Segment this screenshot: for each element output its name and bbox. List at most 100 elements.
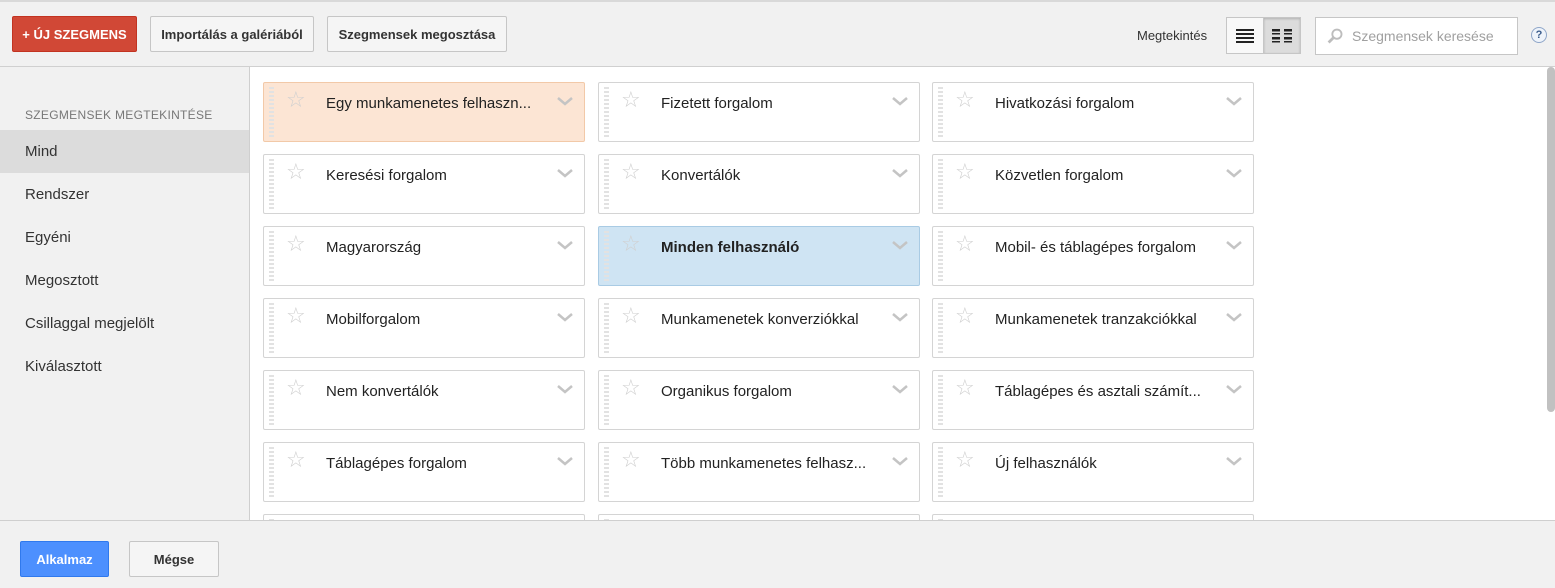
segment-card[interactable]: ☆ Egy munkamenetes felhaszn... <box>263 82 585 142</box>
star-icon[interactable]: ☆ <box>621 377 641 399</box>
star-icon[interactable]: ☆ <box>955 449 975 471</box>
segment-card[interactable]: ☆ Mobil- és táblagépes forgalom <box>932 226 1254 286</box>
chevron-down-icon[interactable] <box>1225 456 1243 468</box>
search-input[interactable] <box>1348 28 1517 44</box>
star-icon[interactable]: ☆ <box>286 89 306 111</box>
chevron-down-icon[interactable] <box>891 96 909 108</box>
drag-handle-icon[interactable] <box>938 375 943 425</box>
grid-view-button[interactable] <box>1263 17 1301 54</box>
chevron-down-icon[interactable] <box>891 240 909 252</box>
star-icon[interactable]: ☆ <box>621 305 641 327</box>
segment-label: Keresési forgalom <box>326 167 447 184</box>
segment-card[interactable]: ☆ Mobilforgalom <box>263 298 585 358</box>
segment-card[interactable]: ☆ Konvertálók <box>598 154 920 214</box>
scrollbar[interactable] <box>1547 67 1555 412</box>
segment-label: Egy munkamenetes felhaszn... <box>326 95 532 112</box>
segment-card[interactable]: ☆ Fizetett forgalom <box>598 82 920 142</box>
drag-handle-icon[interactable] <box>269 375 274 425</box>
help-icon[interactable]: ? <box>1531 27 1547 43</box>
star-icon[interactable]: ☆ <box>621 233 641 255</box>
drag-handle-icon[interactable] <box>604 447 609 497</box>
segment-label: Közvetlen forgalom <box>995 167 1124 184</box>
segment-card[interactable]: ☆ Nem konvertálók <box>263 370 585 430</box>
share-segments-button[interactable]: Szegmensek megosztása <box>327 16 507 52</box>
chevron-down-icon[interactable] <box>1225 168 1243 180</box>
chevron-down-icon[interactable] <box>1225 384 1243 396</box>
segment-card[interactable]: ☆ Magyarország <box>263 226 585 286</box>
star-icon[interactable]: ☆ <box>955 377 975 399</box>
star-icon[interactable]: ☆ <box>621 89 641 111</box>
segment-card[interactable]: ☆ Minden felhasználó <box>598 226 920 286</box>
drag-handle-icon[interactable] <box>269 87 274 137</box>
drag-handle-icon[interactable] <box>269 447 274 497</box>
segment-card[interactable]: ☆ Táblagépes és asztali számít... <box>932 370 1254 430</box>
chevron-down-icon[interactable] <box>556 312 574 324</box>
segment-label: Organikus forgalom <box>661 383 792 400</box>
star-icon[interactable]: ☆ <box>286 233 306 255</box>
chevron-down-icon[interactable] <box>556 240 574 252</box>
segment-card[interactable]: ☆ Új felhasználók <box>932 442 1254 502</box>
segment-label: Új felhasználók <box>995 455 1097 472</box>
segment-label: Nem konvertálók <box>326 383 439 400</box>
chevron-down-icon[interactable] <box>1225 312 1243 324</box>
list-view-button[interactable] <box>1226 17 1264 54</box>
drag-handle-icon[interactable] <box>938 159 943 209</box>
drag-handle-icon[interactable] <box>604 231 609 281</box>
star-icon[interactable]: ☆ <box>621 449 641 471</box>
drag-handle-icon[interactable] <box>938 87 943 137</box>
drag-handle-icon[interactable] <box>938 231 943 281</box>
drag-handle-icon[interactable] <box>269 231 274 281</box>
new-segment-button[interactable]: + ÚJ SZEGMENS <box>12 16 137 52</box>
drag-handle-icon[interactable] <box>269 303 274 353</box>
segment-card[interactable]: ☆ Organikus forgalom <box>598 370 920 430</box>
segment-card[interactable]: ☆ Munkamenetek tranzakciókkal <box>932 298 1254 358</box>
segment-card[interactable]: ☆ Keresési forgalom <box>263 154 585 214</box>
sidebar-item-all[interactable]: Mind <box>0 130 249 173</box>
chevron-down-icon[interactable] <box>891 168 909 180</box>
view-label: Megtekintés <box>1137 28 1208 43</box>
drag-handle-icon[interactable] <box>269 159 274 209</box>
segment-card[interactable]: ☆ Munkamenetek konverziókkal <box>598 298 920 358</box>
chevron-down-icon[interactable] <box>891 456 909 468</box>
apply-button[interactable]: Alkalmaz <box>20 541 109 577</box>
segment-card[interactable]: ☆ Hivatkozási forgalom <box>932 82 1254 142</box>
star-icon[interactable]: ☆ <box>286 377 306 399</box>
drag-handle-icon[interactable] <box>604 303 609 353</box>
sidebar-item-shared[interactable]: Megosztott <box>0 259 249 302</box>
chevron-down-icon[interactable] <box>1225 240 1243 252</box>
chevron-down-icon[interactable] <box>556 384 574 396</box>
segment-label: Táblagépes forgalom <box>326 455 467 472</box>
star-icon[interactable]: ☆ <box>286 305 306 327</box>
star-icon[interactable]: ☆ <box>955 89 975 111</box>
sidebar-item-selected[interactable]: Kiválasztott <box>0 345 249 388</box>
star-icon[interactable]: ☆ <box>955 233 975 255</box>
chevron-down-icon[interactable] <box>556 96 574 108</box>
star-icon[interactable]: ☆ <box>286 449 306 471</box>
segment-card[interactable]: ☆ Több munkamenetes felhasz... <box>598 442 920 502</box>
chevron-down-icon[interactable] <box>556 168 574 180</box>
star-icon[interactable]: ☆ <box>621 161 641 183</box>
cancel-button[interactable]: Mégse <box>129 541 219 577</box>
drag-handle-icon[interactable] <box>604 87 609 137</box>
drag-handle-icon[interactable] <box>604 375 609 425</box>
search-box[interactable] <box>1315 17 1518 55</box>
segment-label: Konvertálók <box>661 167 741 184</box>
chevron-down-icon[interactable] <box>556 456 574 468</box>
chevron-down-icon[interactable] <box>891 312 909 324</box>
star-icon[interactable]: ☆ <box>286 161 306 183</box>
sidebar-item-custom[interactable]: Egyéni <box>0 216 249 259</box>
segment-label: Magyarország <box>326 239 422 256</box>
dialog-footer: Alkalmaz Mégse <box>0 520 1555 588</box>
drag-handle-icon[interactable] <box>938 303 943 353</box>
import-from-gallery-button[interactable]: Importálás a galériából <box>150 16 314 52</box>
segment-card[interactable]: ☆ Közvetlen forgalom <box>932 154 1254 214</box>
sidebar-item-starred[interactable]: Csillaggal megjelölt <box>0 302 249 345</box>
star-icon[interactable]: ☆ <box>955 305 975 327</box>
segment-card[interactable]: ☆ Táblagépes forgalom <box>263 442 585 502</box>
drag-handle-icon[interactable] <box>938 447 943 497</box>
drag-handle-icon[interactable] <box>604 159 609 209</box>
chevron-down-icon[interactable] <box>891 384 909 396</box>
sidebar-item-system[interactable]: Rendszer <box>0 173 249 216</box>
chevron-down-icon[interactable] <box>1225 96 1243 108</box>
star-icon[interactable]: ☆ <box>955 161 975 183</box>
